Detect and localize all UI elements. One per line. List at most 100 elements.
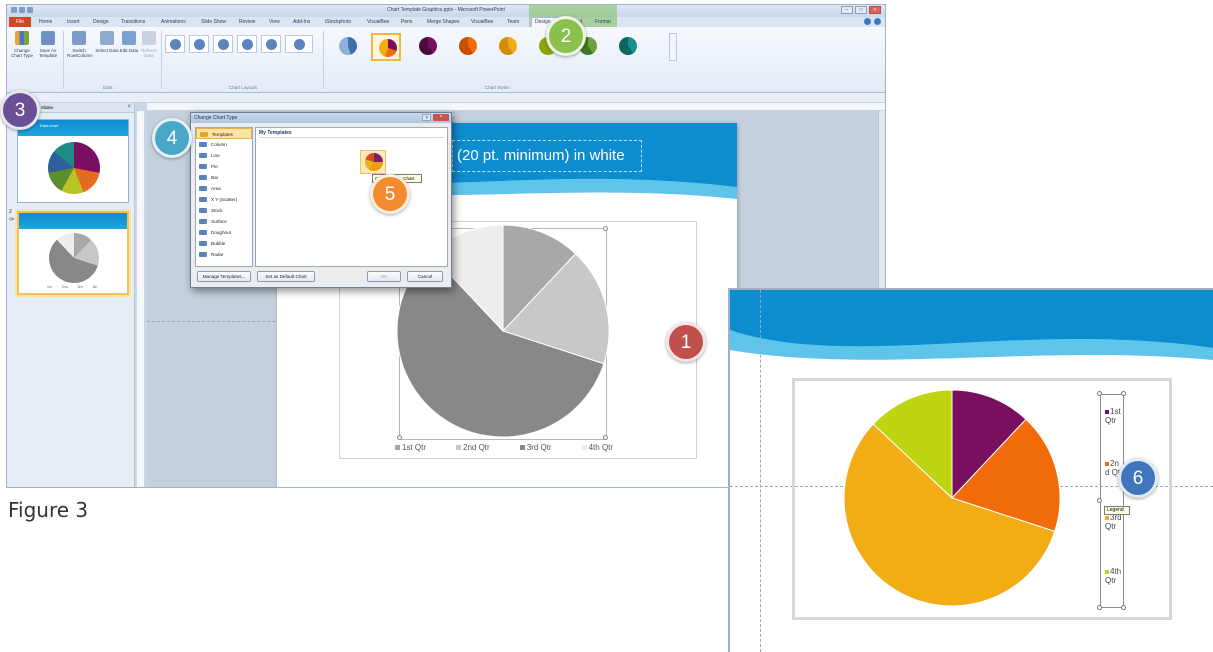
tab-design[interactable]: Design (93, 19, 109, 25)
legend-item: 3rd Qtr (519, 443, 552, 452)
chart-type-templates[interactable]: Templates (196, 128, 252, 139)
chart-style-4[interactable] (453, 33, 483, 61)
tab-view[interactable]: View (269, 19, 280, 25)
legend-item: 1st Qtr (395, 443, 426, 452)
tab-review[interactable]: Review (239, 19, 255, 25)
tab-chart-design[interactable]: Design (535, 19, 551, 25)
my-templates-heading: My Templates (259, 130, 292, 136)
tab-animations[interactable]: Animations (161, 19, 186, 25)
edit-data-label: Edit Data (119, 48, 139, 53)
refresh-data-button[interactable]: Refresh Data (137, 31, 161, 81)
chart-styles-scroll[interactable] (669, 33, 677, 61)
chart-layout-5[interactable] (261, 35, 281, 53)
company-pie-chart-template[interactable] (360, 150, 386, 174)
save-as-template-button[interactable]: Save As Template (36, 31, 60, 81)
chart-type-pie[interactable]: Pie (196, 161, 252, 172)
legend-box[interactable]: 1st Qtr 2nd Qtr 3rd Qtr 4th Qtr (1100, 394, 1124, 608)
tab-pens[interactable]: Pens (401, 19, 412, 25)
chart-style-3[interactable] (413, 33, 443, 61)
chart-style-1[interactable] (333, 33, 363, 61)
tab-home[interactable]: Home (39, 19, 52, 25)
legend-resize-handle[interactable] (1121, 391, 1126, 396)
pie-layout-icon (169, 39, 181, 50)
chart-layout-1[interactable] (165, 35, 185, 53)
chart-type-label: Bubble (211, 241, 226, 246)
chart-layout-6[interactable] (285, 35, 313, 53)
tab-slide-show[interactable]: Slide Show (201, 19, 226, 25)
ok-button[interactable]: OK (367, 271, 401, 282)
chart-type-radar[interactable]: Radar (196, 249, 252, 260)
tab-team[interactable]: Team (507, 19, 519, 25)
close-icon[interactable]: × (127, 104, 131, 110)
change-chart-type-button[interactable]: Change Chart Type (10, 31, 34, 81)
slide-number-2: 2 (9, 209, 12, 215)
chart-layout-3[interactable] (213, 35, 233, 53)
inset-pie-chart[interactable] (840, 386, 1064, 610)
legend-resize-handle[interactable] (1097, 391, 1102, 396)
chart-style-2[interactable] (371, 33, 401, 61)
select-data-button[interactable]: Select Data (95, 31, 119, 81)
stock-chart-icon (199, 208, 207, 213)
tab-istockphoto[interactable]: iStockphoto (325, 19, 351, 25)
slide-thumbnail-2[interactable]: 1st 2nd 3rd 4th (17, 211, 129, 295)
guide-line (760, 290, 761, 652)
chart-type-line[interactable]: Line (196, 150, 252, 161)
chart-type-label: Surface (211, 219, 227, 224)
chart-layout-2[interactable] (189, 35, 209, 53)
tab-chart-format[interactable]: Format (595, 19, 611, 25)
horizontal-ruler (147, 103, 885, 111)
tab-insert[interactable]: Insert (67, 19, 80, 25)
save-template-icon (41, 31, 55, 45)
chart-layout-4[interactable] (237, 35, 257, 53)
legend-resize-handle[interactable] (1121, 605, 1126, 610)
chart-legend[interactable]: 1st Qtr 2nd Qtr 3rd Qtr 4th Qtr (395, 443, 613, 452)
switch-row-column-button[interactable]: Switch Row/Column (67, 31, 93, 81)
chart-style-5[interactable] (493, 33, 523, 61)
figure-caption: Figure 3 (8, 498, 89, 522)
slides-tab[interactable]: Slides (41, 105, 53, 110)
cancel-button[interactable]: Cancel (407, 271, 443, 282)
thumbnail-pie-chart (49, 233, 99, 283)
tab-visualbee[interactable]: VisualBee (367, 19, 389, 25)
thumbnail-legend-item: 4th (92, 285, 98, 289)
callout-2: 2 (546, 16, 586, 56)
legend-item: 1st Qtr (1105, 407, 1123, 425)
chart-type-area[interactable]: Area (196, 183, 252, 194)
ribbon-separator (161, 31, 162, 89)
close-button[interactable]: × (869, 6, 881, 14)
slide-title[interactable]: (20 pt. minimum) in white (452, 140, 642, 172)
legend-resize-handle[interactable] (1097, 498, 1102, 503)
chart-type-doughnut[interactable]: Doughnut (196, 227, 252, 238)
tab-merge-shapes[interactable]: Merge Shapes (427, 19, 460, 25)
help-icon[interactable] (874, 18, 881, 25)
chart-type-bar[interactable]: Bar (196, 172, 252, 183)
pie-layout-icon (193, 39, 205, 50)
legend-resize-handle[interactable] (1097, 605, 1102, 610)
maximize-button[interactable]: □ (855, 6, 867, 14)
area-chart-icon (199, 186, 207, 191)
dialog-close-button[interactable]: × (433, 114, 449, 121)
chart-type-stock[interactable]: Stock (196, 205, 252, 216)
legend-swatch (1105, 516, 1109, 520)
tab-file[interactable]: File (9, 17, 31, 27)
chart-type-bubble[interactable]: Bubble (196, 238, 252, 249)
chart-type-label: Column (211, 142, 227, 147)
chart-style-8[interactable] (613, 33, 643, 61)
ribbon-separator (63, 31, 64, 89)
edit-data-icon (122, 31, 136, 45)
pie-layout-icon (265, 39, 277, 50)
tab-transitions[interactable]: Transitions (121, 19, 145, 25)
templates-icon (200, 132, 208, 137)
help-button[interactable]: ? (422, 114, 431, 121)
tab-add-ins[interactable]: Add-Ins (293, 19, 310, 25)
manage-templates-button[interactable]: Manage Templates... (197, 271, 251, 282)
slide-thumbnail-1[interactable]: Data chart (17, 119, 129, 203)
minimize-ribbon-icon[interactable] (864, 18, 871, 25)
set-as-default-button[interactable]: Set as Default Chart (257, 271, 315, 282)
chart-type-scatter[interactable]: X Y (Scatter) (196, 194, 252, 205)
tab-visualbee-2[interactable]: VisualBee (471, 19, 493, 25)
chart-type-surface[interactable]: Surface (196, 216, 252, 227)
chart-type-column[interactable]: Column (196, 139, 252, 150)
minimize-button[interactable]: – (841, 6, 853, 14)
drawing-toolbar (7, 93, 885, 103)
